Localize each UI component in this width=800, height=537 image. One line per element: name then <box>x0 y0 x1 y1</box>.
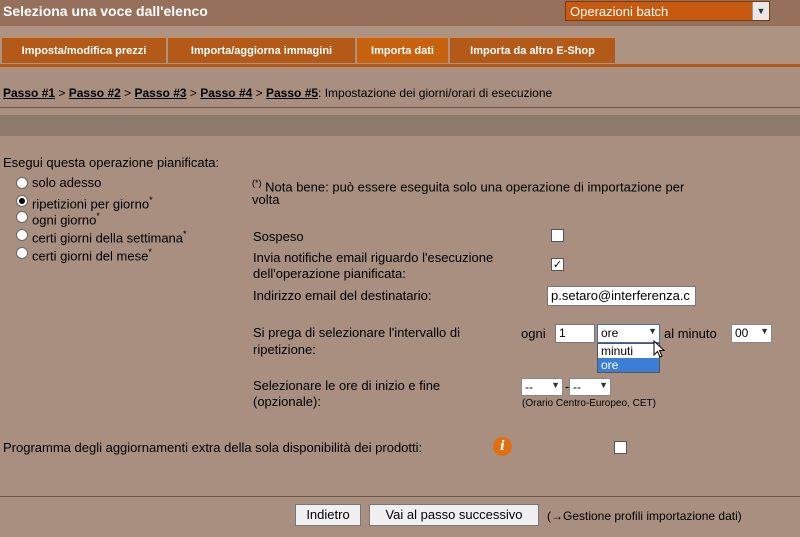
interval-label-cont: ripetizione: <box>253 342 316 357</box>
suspended-label: Sospeso <box>253 229 304 244</box>
start-hour-select[interactable]: -- ▼ <box>521 378 563 396</box>
unit-option-ore[interactable]: ore <box>598 358 659 372</box>
breadcrumb-step-2[interactable]: Passo #2 <box>69 86 121 100</box>
breadcrumb-separator: > <box>255 86 263 100</box>
note-text: (*) Nota bene: può essere eseguita solo … <box>252 178 685 195</box>
timezone-note: (Orario Centro-Europeo, CET) <box>522 398 656 409</box>
every-label: ogni <box>521 326 546 341</box>
divider <box>0 107 800 108</box>
chevron-down-icon: ▼ <box>551 380 560 390</box>
divider <box>0 496 800 497</box>
chevron-down-icon: ▼ <box>648 326 657 336</box>
minute-select-value: 00 <box>735 326 749 340</box>
radio-solo-adesso[interactable] <box>16 177 28 189</box>
extra-checkbox[interactable] <box>614 441 627 454</box>
extra-label: Programma degli aggiornamenti extra dell… <box>3 440 423 455</box>
breadcrumb-current: : Impostazione dei giorni/orari di esecu… <box>318 86 553 100</box>
tab-imposta-prezzi[interactable]: Imposta/modifica prezzi <box>2 37 166 63</box>
unit-option-minuti[interactable]: minuti <box>598 344 659 358</box>
radio-ogni-giorno[interactable] <box>16 211 28 223</box>
page-title: Seleziona una voce dall'elenco <box>3 3 208 19</box>
email-field[interactable]: p.setaro@interferenza.c <box>547 286 696 306</box>
tab-importa-immagini[interactable]: Importa/aggiorna immagini <box>168 37 355 63</box>
minute-select[interactable]: 00 ▼ <box>731 324 772 343</box>
info-icon[interactable]: i <box>493 437 512 456</box>
hours-label: Selezionare le ore di inizio e fine <box>253 378 441 393</box>
every-input[interactable]: 1 <box>555 324 595 343</box>
tab-importa-eshop[interactable]: Importa da altro E-Shop <box>450 37 615 63</box>
unit-select-value: ore <box>601 326 619 340</box>
end-hour-select[interactable]: -- ▼ <box>569 378 611 396</box>
radio-ripetizioni[interactable] <box>16 195 28 207</box>
radio-giorni-mese[interactable] <box>16 247 28 259</box>
option-label: solo adesso <box>32 175 102 190</box>
breadcrumb-separator: > <box>58 86 66 100</box>
hours-label-cont: (opzionale): <box>253 394 321 409</box>
chevron-down-icon: ▼ <box>599 380 608 390</box>
breadcrumb-separator: > <box>124 86 132 100</box>
start-hour-value: -- <box>525 380 533 394</box>
breadcrumb-step-1[interactable]: Passo #1 <box>3 86 55 100</box>
section-band <box>0 115 800 136</box>
breadcrumb-separator: > <box>189 86 197 100</box>
notify-checkbox[interactable]: ✓ <box>551 258 564 271</box>
breadcrumb-step-3[interactable]: Passo #3 <box>135 86 187 100</box>
tab-underline <box>0 64 800 67</box>
radio-giorni-settimana[interactable] <box>16 229 28 241</box>
email-label: Indirizzo email del destinatario: <box>253 288 432 303</box>
unit-dropdown: minuti ore <box>597 343 660 373</box>
notify-label-cont: dell'operazione pianificata: <box>253 266 406 281</box>
schedule-heading: Esegui questa operazione pianificata: <box>3 155 220 170</box>
back-button[interactable]: Indietro <box>295 504 361 526</box>
operation-select-value: Operazioni batch <box>570 4 669 19</box>
breadcrumb-step-4[interactable]: Passo #4 <box>200 86 252 100</box>
at-minute-label: al minuto <box>664 326 717 341</box>
end-hour-value: -- <box>573 380 581 394</box>
chevron-down-icon: ▼ <box>752 2 769 20</box>
note-text-cont: volta <box>252 192 280 207</box>
tab-bar: Imposta/modifica prezzi Importa/aggiorna… <box>0 26 800 64</box>
interval-label: Si prega di selezionare l'intervallo di <box>253 325 460 340</box>
profiles-link[interactable]: (→Gestione profili importazione dati) <box>547 509 742 524</box>
option-label: ogni giorno* <box>32 211 100 228</box>
tab-importa-dati[interactable]: Importa dati <box>357 37 448 63</box>
breadcrumb-step-5[interactable]: Passo #5 <box>266 86 318 100</box>
top-bar: Seleziona una voce dall'elenco Operazion… <box>0 0 800 26</box>
suspended-checkbox[interactable] <box>551 229 564 242</box>
notify-label: Invia notifiche email riguardo l'esecuzi… <box>253 250 494 265</box>
unit-select[interactable]: ore ▼ <box>597 324 660 343</box>
chevron-down-icon: ▼ <box>760 326 769 336</box>
option-label: certi giorni del mese* <box>32 247 152 264</box>
mouse-cursor-icon <box>653 340 666 358</box>
option-label: certi giorni della settimana* <box>32 229 187 246</box>
operation-select[interactable]: Operazioni batch ▼ <box>565 1 770 21</box>
next-step-button[interactable]: Vai al passo successivo <box>369 504 539 526</box>
breadcrumb: Passo #1 > Passo #2 > Passo #3 > Passo #… <box>3 86 552 100</box>
